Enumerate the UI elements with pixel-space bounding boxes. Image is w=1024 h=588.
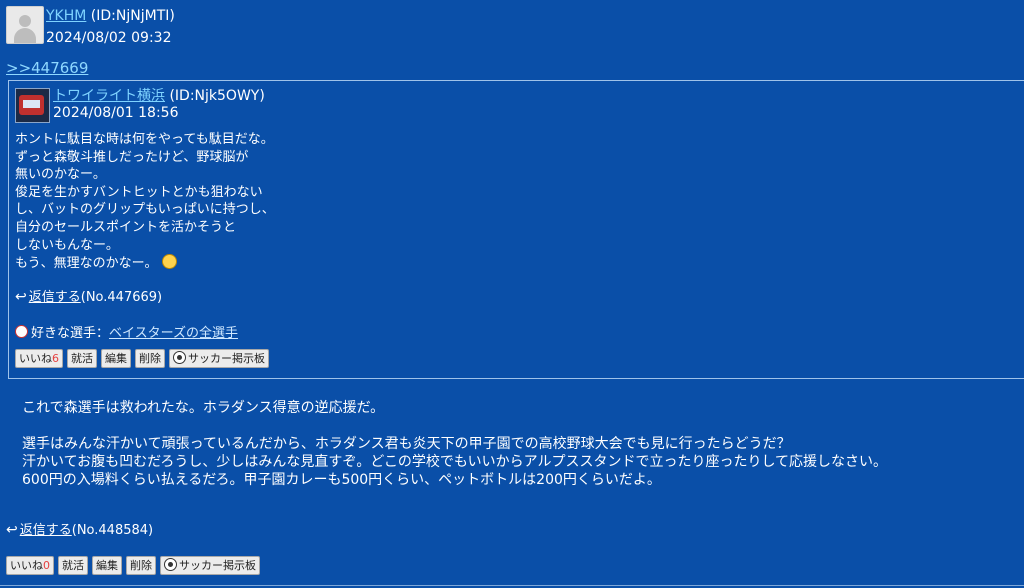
post-line: 汗かいてお腹も凹むだろうし、少しはみんな見直すぞ。どこの学校でもいいからアルプス…	[22, 454, 888, 470]
reply-number: (No.448584)	[71, 523, 154, 538]
favorite-player-link[interactable]: ベイスターズの全選手	[109, 326, 238, 341]
quote-line-last: もう、無理なのかなー。	[15, 254, 275, 273]
soccer-board-label: サッカー掲示板	[179, 559, 256, 572]
face-emoji-icon	[161, 254, 177, 270]
soccer-ball-icon	[164, 558, 177, 571]
quote-line: し、バットのグリップもいっぱいに持つし、	[15, 202, 275, 218]
like-button[interactable]: いいね0	[6, 556, 54, 575]
favorite-player-row: 好きな選手：ベイスターズの全選手	[15, 322, 238, 341]
quote-reply-link[interactable]: 返信する	[29, 290, 81, 305]
reply-link[interactable]: 返信する	[20, 523, 72, 538]
quote-line: しないもんなー。	[15, 237, 119, 253]
quote-username-link[interactable]: トワイライト横浜	[53, 88, 165, 104]
edit-button[interactable]: 編集	[101, 349, 131, 368]
quote-line: ホントに駄目な時は何をやっても駄目だな。	[15, 132, 274, 147]
delete-button[interactable]: 削除	[135, 349, 165, 368]
post-line-blank	[22, 417, 887, 435]
username-link[interactable]: YKHM	[46, 8, 86, 24]
like-label: いいね	[19, 352, 52, 365]
quoted-post: トワイライト横浜 (ID:Njk5OWY) 2024/08/01 18:56 ホ…	[8, 80, 1024, 379]
soccer-board-button[interactable]: サッカー掲示板	[160, 556, 260, 575]
like-count: 0	[43, 559, 50, 572]
soccer-ball-icon	[173, 351, 186, 364]
quote-line: 俊足を生かすバントヒットとかも狙わない	[15, 184, 263, 200]
like-count: 6	[52, 352, 59, 365]
like-label: いいね	[10, 559, 43, 572]
quote-date: 2024/08/01 18:56	[53, 105, 179, 121]
baseball-icon	[15, 325, 28, 338]
reply-row: ↩ 返信する(No.448584)	[6, 519, 153, 538]
post-line: 選手はみんな汗かいて頑張っているんだから、ホラダンス君も炎天下の甲子園での高校野…	[22, 436, 791, 452]
user-line: YKHM (ID:NjNjMTI)	[46, 8, 175, 24]
reply-anchor-link[interactable]: >>447669	[6, 59, 88, 77]
job-button[interactable]: 就活	[67, 349, 97, 368]
quote-line: 自分のセールスポイントを活かそうと	[15, 219, 237, 235]
favorite-label: 好きな選手：	[31, 326, 110, 341]
like-button[interactable]: いいね6	[15, 349, 63, 368]
post-line: これで森選手は救われたな。ホラダンス得意の逆応援だ。	[22, 400, 385, 416]
avatar[interactable]	[6, 6, 44, 44]
quote-user-id: (ID:Njk5OWY)	[169, 88, 265, 104]
reply-arrow-icon: ↩	[6, 522, 18, 538]
quote-line-text: もう、無理なのかなー。	[15, 256, 158, 272]
action-buttons: いいね0 就活 編集 削除 サッカー掲示板	[6, 556, 260, 575]
user-id: (ID:NjNjMTI)	[90, 8, 175, 24]
quote-line: ずっと森敬斗推しだったけど、野球脳が	[15, 149, 249, 165]
delete-button[interactable]: 削除	[126, 556, 156, 575]
soccer-board-button[interactable]: サッカー掲示板	[169, 349, 269, 368]
divider	[0, 585, 1024, 586]
quote-action-buttons: いいね6 就活 編集 削除 サッカー掲示板	[15, 349, 269, 368]
post-body: これで森選手は救われたな。ホラダンス得意の逆応援だ。 選手はみんな汗かいて頑張っ…	[22, 399, 887, 489]
quote-line: 無いのかなー。	[15, 167, 106, 183]
reply-arrow-icon: ↩	[15, 289, 27, 305]
job-button[interactable]: 就活	[58, 556, 88, 575]
quote-reply-row: ↩ 返信する(No.447669)	[15, 286, 162, 305]
soccer-board-label: サッカー掲示板	[188, 352, 265, 365]
quote-reply-number: (No.447669)	[80, 290, 163, 305]
quote-avatar[interactable]	[15, 88, 50, 123]
quote-body: ホントに駄目な時は何をやっても駄目だな。 ずっと森敬斗推しだったけど、野球脳が …	[15, 131, 275, 273]
post-date: 2024/08/02 09:32	[46, 30, 172, 46]
quote-user-line: トワイライト横浜 (ID:Njk5OWY)	[53, 85, 265, 105]
post-line: 600円の入場料くらい払えるだろ。甲子園カレーも500円くらい、ペットボトルは2…	[22, 472, 661, 488]
reply-anchor: >>447669	[6, 59, 88, 77]
edit-button[interactable]: 編集	[92, 556, 122, 575]
